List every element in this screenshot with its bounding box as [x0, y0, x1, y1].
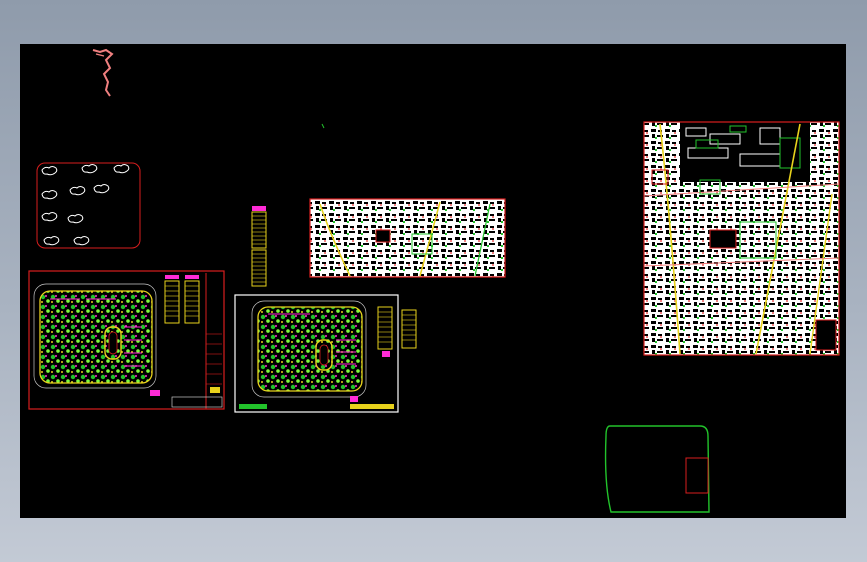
site-plan-2[interactable] [234, 294, 417, 413]
cad-model-space[interactable] [20, 44, 846, 518]
aerial-map-small[interactable] [309, 198, 506, 278]
site-plan-1[interactable] [28, 270, 225, 410]
stray-mark [321, 123, 325, 129]
river-sketch[interactable] [92, 48, 114, 97]
aerial-map-large[interactable] [643, 121, 840, 356]
site-outline[interactable] [604, 425, 710, 513]
cad-drawing-surface[interactable] [20, 44, 846, 518]
tree-symbol-sheet[interactable] [36, 162, 141, 249]
area-table-strip[interactable] [251, 206, 267, 287]
